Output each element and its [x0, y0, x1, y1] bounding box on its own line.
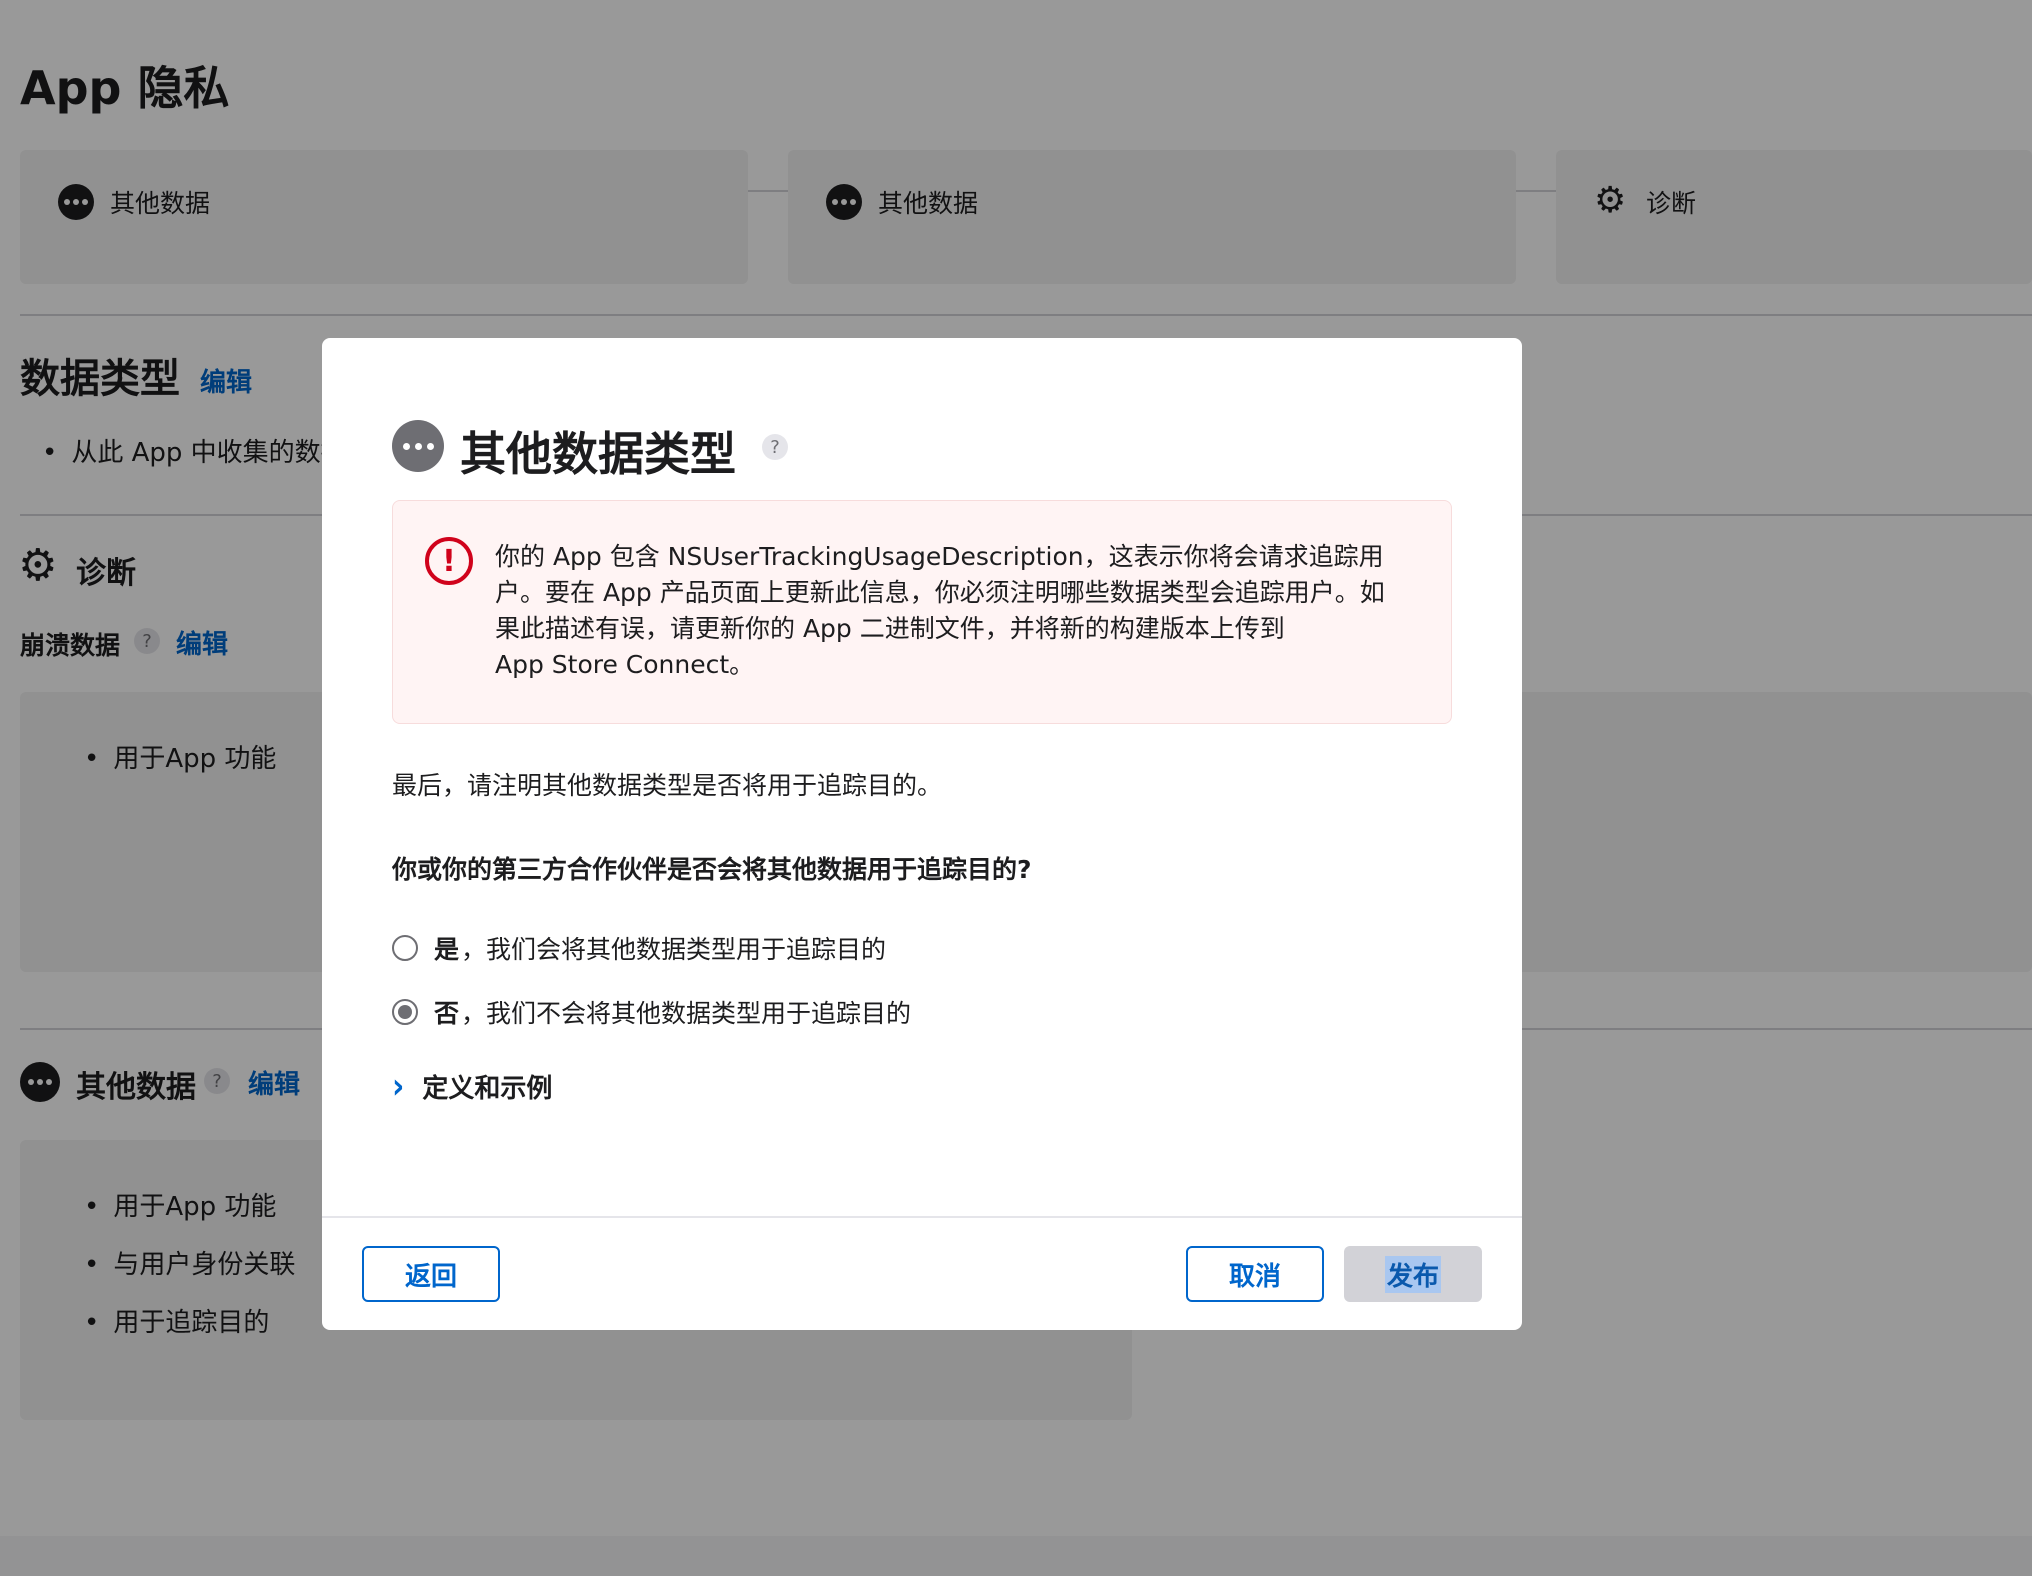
error-icon: ! [425, 537, 473, 585]
chevron-right-icon: › [392, 1065, 405, 1108]
alert-message: 你的 App 包含 NSUserTrackingUsageDescription… [495, 539, 1425, 683]
option-label: ，我们会将其他数据类型用于追踪目的 [461, 935, 887, 964]
dialog-title: 其他数据类型 [460, 427, 736, 481]
publish-label: 发布 [1384, 1255, 1441, 1293]
instruction-text: 最后，请注明其他数据类型是否将用于追踪目的。 [392, 771, 943, 800]
back-button[interactable]: 返回 [362, 1246, 500, 1302]
divider [322, 1216, 1522, 1218]
radio-option-no[interactable]: 否 ，我们不会将其他数据类型用于追踪目的 [392, 994, 911, 1030]
more-icon [392, 420, 444, 472]
alert-line: 户。要在 App 产品页面上更新此信息，你必须注明哪些数据类型会追踪用户。如 [495, 578, 1385, 607]
radio-option-yes[interactable]: 是 ，我们会将其他数据类型用于追踪目的 [392, 930, 886, 966]
option-label: ，我们不会将其他数据类型用于追踪目的 [461, 999, 912, 1028]
tracking-question: 你或你的第三方合作伙伴是否会将其他数据用于追踪目的? [392, 855, 1032, 884]
other-data-types-dialog: 其他数据类型 ? ! 你的 App 包含 NSUserTrackingUsage… [322, 338, 1522, 1330]
cancel-button[interactable]: 取消 [1186, 1246, 1324, 1302]
help-icon[interactable]: ? [762, 434, 788, 460]
radio-button[interactable] [392, 999, 418, 1025]
tracking-alert: ! 你的 App 包含 NSUserTrackingUsageDescripti… [392, 500, 1452, 724]
publish-button[interactable]: 发布 [1344, 1246, 1482, 1302]
disclosure-label: 定义和示例 [422, 1074, 553, 1104]
alert-line: 你的 App 包含 NSUserTrackingUsageDescription… [495, 542, 1384, 571]
option-strong: 是 [434, 935, 460, 964]
option-strong: 否 [434, 999, 460, 1028]
alert-line: App Store Connect。 [495, 650, 755, 679]
definitions-disclosure[interactable]: › 定义和示例 [392, 1065, 553, 1108]
radio-button[interactable] [392, 935, 418, 961]
alert-line: 果此描述有误，请更新你的 App 二进制文件，并将新的构建版本上传到 [495, 614, 1285, 643]
